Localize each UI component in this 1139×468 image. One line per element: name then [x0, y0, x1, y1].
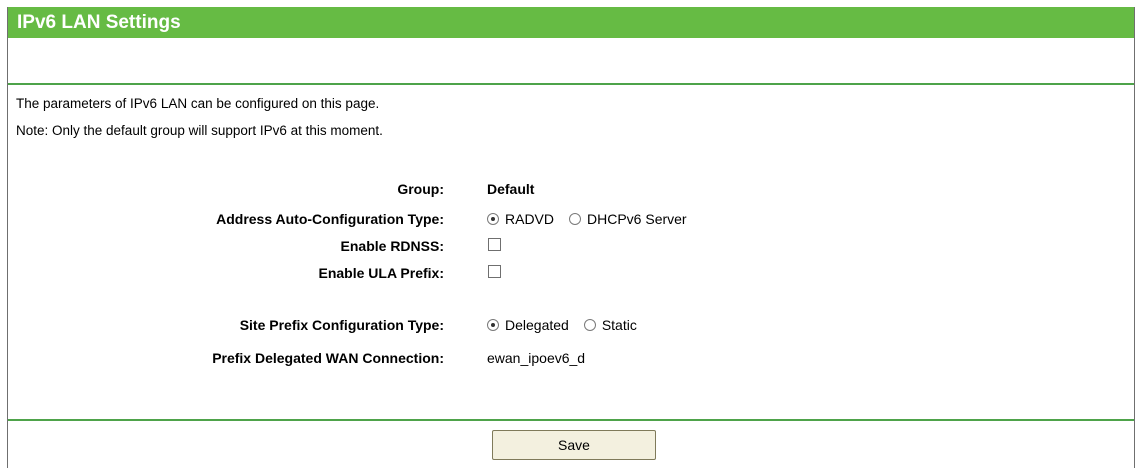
group-label: Group: — [397, 181, 444, 197]
enable-ula-prefix-label: Enable ULA Prefix: — [318, 265, 444, 281]
radvd-radio[interactable] — [487, 213, 499, 225]
group-row: Group: Default — [8, 181, 1134, 205]
enable-rdnss-checkbox[interactable] — [488, 238, 501, 251]
site-prefix-config-row: Site Prefix Configuration Type: Delegate… — [8, 317, 1134, 341]
delegated-option-label[interactable]: Delegated — [505, 317, 569, 333]
description-note: Note: Only the default group will suppor… — [16, 123, 383, 138]
enable-rdnss-row: Enable RDNSS: — [8, 238, 1134, 262]
prefix-delegated-wan-value: ewan_ipoev6_d — [487, 350, 586, 366]
static-option-label[interactable]: Static — [602, 317, 637, 333]
dhcpv6-server-radio[interactable] — [569, 213, 582, 225]
settings-panel: IPv6 LAN Settings The parameters of IPv6… — [7, 7, 1135, 468]
description-line-1: The parameters of IPv6 LAN can be config… — [16, 96, 380, 111]
enable-ula-prefix-checkbox[interactable] — [488, 265, 501, 278]
delegated-radio[interactable] — [487, 319, 499, 331]
radvd-option-label[interactable]: RADVD — [505, 211, 554, 227]
address-auto-config-options: RADVD DHCPv6 Server — [478, 211, 687, 227]
dhcpv6-server-option-label[interactable]: DHCPv6 Server — [587, 211, 687, 227]
page-title: IPv6 LAN Settings — [8, 7, 1134, 38]
divider-bottom — [8, 419, 1134, 421]
address-auto-config-row: Address Auto-Configuration Type: RADVD D… — [8, 211, 1134, 235]
enable-rdnss-label: Enable RDNSS: — [340, 238, 444, 254]
prefix-delegated-wan-row: Prefix Delegated WAN Connection: ewan_ip… — [8, 350, 1134, 374]
save-button[interactable]: Save — [492, 430, 656, 460]
divider-top — [8, 83, 1134, 85]
address-auto-config-label: Address Auto-Configuration Type: — [216, 211, 444, 227]
static-radio[interactable] — [583, 319, 596, 331]
site-prefix-config-label: Site Prefix Configuration Type: — [239, 317, 444, 333]
enable-ula-prefix-row: Enable ULA Prefix: — [8, 265, 1134, 289]
prefix-delegated-wan-label: Prefix Delegated WAN Connection: — [212, 350, 444, 366]
group-value: Default — [487, 181, 535, 197]
site-prefix-config-options: Delegated Static — [478, 317, 637, 333]
